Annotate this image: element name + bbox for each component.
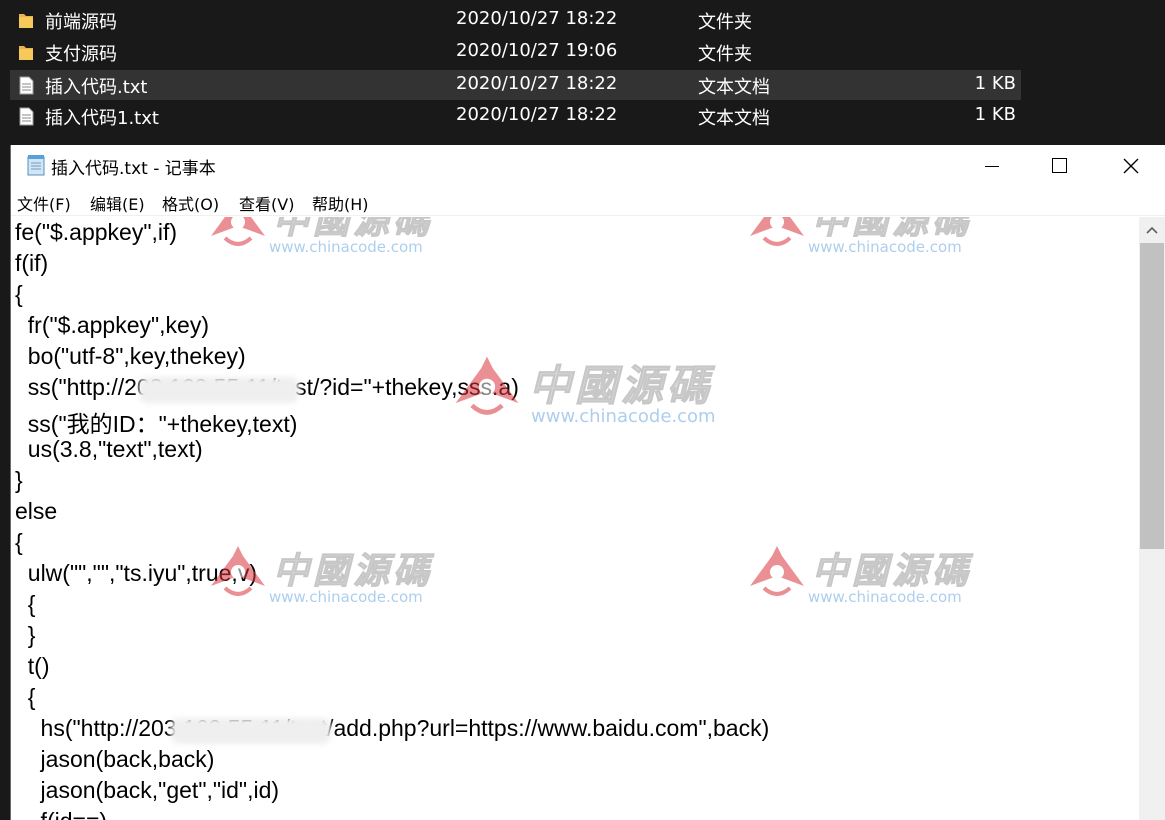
- menu-file[interactable]: 文件(F): [17, 191, 71, 215]
- file-type: 文本文档: [698, 77, 770, 98]
- text-editor[interactable]: fe("$.appkey",if) f(if) { fr("$.appkey",…: [11, 217, 1139, 820]
- close-button[interactable]: [1095, 145, 1165, 186]
- watermark-text: 中國源碼: [528, 361, 714, 411]
- file-explorer-list: 前端源码 2020/10/27 18:22 文件夹 支付源码 2020/10/2…: [0, 0, 1165, 142]
- code-line: fr("$.appkey",key): [15, 312, 210, 338]
- watermark-url: www.chinacode.com: [269, 588, 423, 606]
- watermark-url: www.chinacode.com: [808, 588, 962, 606]
- file-date: 2020/10/27 19:06: [456, 40, 618, 61]
- file-row-2[interactable]: 插入代码.txt 2020/10/27 18:22 文本文档 1 KB: [10, 70, 1021, 100]
- redaction-blur: [139, 377, 299, 403]
- watermark-logo-icon: [750, 546, 804, 596]
- watermark-text: 中國源碼: [272, 550, 434, 593]
- code-line: else: [15, 498, 58, 524]
- scroll-up-arrow-icon[interactable]: [1145, 225, 1159, 235]
- file-type: 文件夹: [698, 44, 752, 65]
- file-name: 插入代码1.txt: [45, 108, 159, 129]
- code-line: jason(back,back): [15, 746, 215, 772]
- file-row-1[interactable]: 支付源码 2020/10/27 19:06 文件夹: [10, 37, 1021, 67]
- file-type: 文件夹: [698, 12, 752, 33]
- code-line: hs("http://203.160.55.11/test/add.php?ur…: [15, 715, 770, 741]
- file-row-0[interactable]: 前端源码 2020/10/27 18:22 文件夹: [10, 5, 1021, 35]
- title-bar[interactable]: 插入代码.txt - 记事本: [11, 145, 1165, 186]
- watermark: 中國源碼 www.chinacode.com: [746, 217, 996, 272]
- notepad-window: 插入代码.txt - 记事本 文件(F) 编辑(E) 格式(O) 查看(V) 帮…: [10, 145, 1165, 820]
- watermark-logo-icon: [750, 217, 804, 246]
- code-line: {: [15, 529, 23, 555]
- folder-icon: [19, 14, 33, 28]
- text-file-icon: [19, 76, 34, 95]
- minimize-button[interactable]: [957, 145, 1027, 186]
- notepad-icon: [27, 155, 45, 176]
- menu-format[interactable]: 格式(O): [162, 191, 219, 215]
- file-size: 1 KB: [974, 104, 1016, 125]
- code-line: jason(back,"get","id",id): [15, 777, 280, 803]
- code-line: }: [15, 467, 23, 493]
- close-icon: [1123, 158, 1139, 174]
- file-name: 前端源码: [45, 12, 117, 33]
- file-type: 文本文档: [698, 108, 770, 129]
- folder-icon: [19, 46, 33, 60]
- code-line: {: [15, 591, 36, 617]
- window-title: 插入代码.txt - 记事本: [51, 159, 216, 179]
- code-line: ss("我的ID："+thekey,text): [15, 411, 298, 437]
- watermark-logo-icon: [211, 217, 265, 246]
- watermark-url: www.chinacode.com: [269, 238, 423, 256]
- watermark-text: 中國源碼: [811, 550, 973, 593]
- menu-edit[interactable]: 编辑(E): [90, 191, 145, 215]
- redaction-blur: [171, 718, 331, 744]
- code-line: {: [15, 281, 23, 307]
- code-line: us(3.8,"text",text): [15, 436, 203, 462]
- file-name: 插入代码.txt: [45, 77, 148, 98]
- scrollbar-thumb[interactable]: [1140, 243, 1164, 549]
- watermark-text: 中國源碼: [811, 217, 973, 243]
- file-date: 2020/10/27 18:22: [456, 8, 618, 29]
- text-file-icon: [19, 107, 34, 126]
- menu-bar: 文件(F) 编辑(E) 格式(O) 查看(V) 帮助(H): [11, 186, 1165, 216]
- code-line: fe("$.appkey",if): [15, 219, 178, 245]
- watermark: 中國源碼 www.chinacode.com: [207, 217, 457, 272]
- code-line: {: [15, 684, 36, 710]
- code-line: f(id==): [15, 808, 108, 820]
- maximize-icon: [1052, 158, 1067, 173]
- code-line: t(): [15, 653, 50, 679]
- code-line: ulw("","","ts.iyu",true,v): [15, 560, 257, 586]
- minimize-icon: [985, 166, 999, 167]
- watermark: 中國源碼 www.chinacode.com: [746, 542, 996, 622]
- file-size: 1 KB: [974, 73, 1016, 94]
- menu-help[interactable]: 帮助(H): [312, 191, 369, 215]
- file-date: 2020/10/27 18:22: [456, 104, 618, 125]
- file-row-3[interactable]: 插入代码1.txt 2020/10/27 18:22 文本文档 1 KB: [10, 101, 1021, 131]
- maximize-button[interactable]: [1024, 145, 1094, 186]
- menu-view[interactable]: 查看(V): [239, 191, 294, 215]
- code-line: bo("utf-8",key,thekey): [15, 343, 246, 369]
- code-line: f(if): [15, 250, 49, 276]
- watermark-text: 中國源碼: [272, 217, 434, 243]
- watermark-url: www.chinacode.com: [808, 238, 962, 256]
- file-date: 2020/10/27 18:22: [456, 73, 618, 94]
- watermark-url: www.chinacode.com: [531, 406, 716, 427]
- vertical-scrollbar[interactable]: [1139, 217, 1165, 820]
- code-line: }: [15, 622, 36, 648]
- file-name: 支付源码: [45, 44, 117, 65]
